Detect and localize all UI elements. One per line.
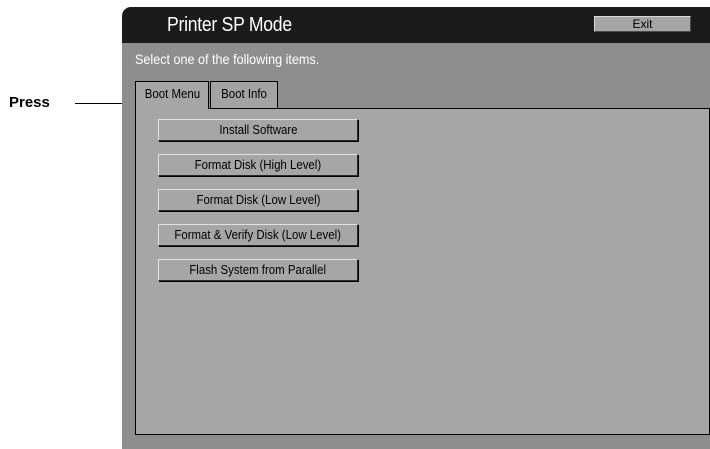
boot-menu-content: Install Software Format Disk (High Level…	[135, 108, 710, 435]
install-software-label: Install Software	[218, 122, 298, 137]
tab-boot-info-label: Boot Info	[221, 86, 267, 101]
title-bar: Printer SP Mode Exit	[122, 7, 710, 43]
flash-system-from-parallel-button[interactable]: Flash System from Parallel	[158, 259, 358, 281]
install-software-button[interactable]: Install Software	[158, 119, 358, 141]
format-verify-disk-low-level-button[interactable]: Format & Verify Disk (Low Level)	[158, 224, 358, 246]
format-disk-low-level-button[interactable]: Format Disk (Low Level)	[158, 189, 358, 211]
callout-label-press: Press	[9, 94, 50, 111]
tab-boot-menu[interactable]: Boot Menu	[135, 81, 209, 109]
instruction-text: Select one of the following items.	[135, 51, 320, 67]
format-disk-high-level-button[interactable]: Format Disk (High Level)	[158, 154, 358, 176]
tab-boot-menu-label: Boot Menu	[144, 86, 200, 101]
format-disk-high-level-label: Format Disk (High Level)	[194, 157, 322, 172]
exit-button[interactable]: Exit	[594, 16, 691, 32]
printer-sp-mode-panel: Printer SP Mode Exit Select one of the f…	[122, 7, 710, 449]
window-title: Printer SP Mode	[167, 14, 292, 36]
format-disk-low-level-label: Format Disk (Low Level)	[196, 192, 320, 207]
flash-system-from-parallel-label: Flash System from Parallel	[189, 262, 327, 277]
format-verify-disk-low-level-label: Format & Verify Disk (Low Level)	[174, 227, 342, 242]
tab-boot-info[interactable]: Boot Info	[210, 81, 278, 108]
